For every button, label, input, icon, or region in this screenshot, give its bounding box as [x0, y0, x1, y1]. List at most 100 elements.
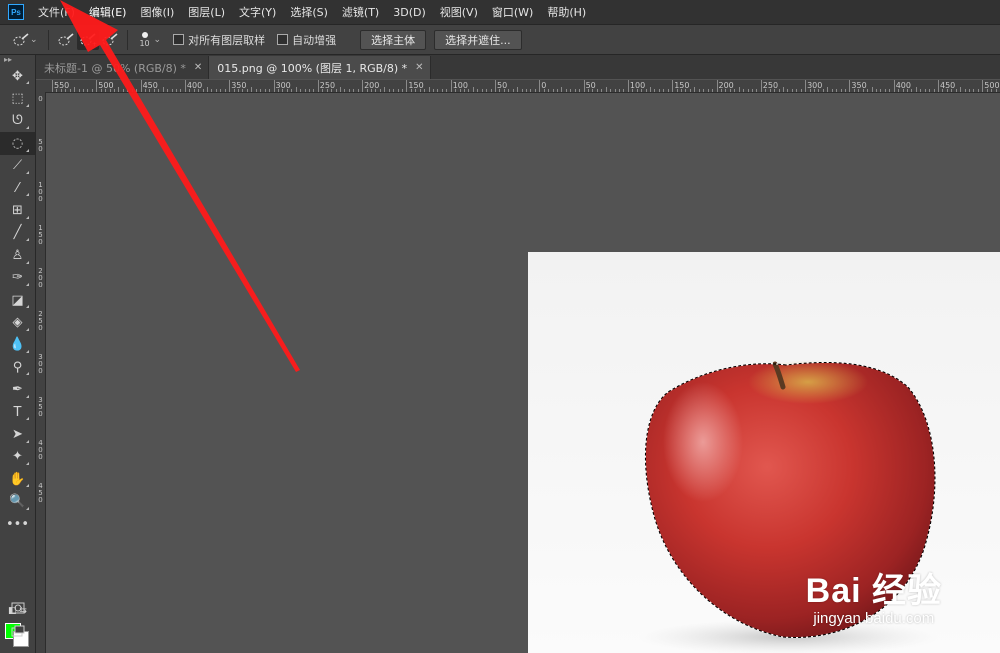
marquee-tool[interactable]: ⬚ [0, 87, 35, 109]
sample-all-layers-checkbox[interactable] [173, 34, 185, 45]
panel-collapse-icon[interactable]: ▸▸ [0, 55, 35, 65]
flyout-indicator [26, 282, 29, 286]
move-tool[interactable]: ✥ [0, 65, 35, 87]
canvas-area[interactable]: Bai 经验 jingyan.baidu.com [46, 93, 1000, 653]
ruler-tick [791, 89, 793, 92]
history-brush-tool[interactable]: ✑ [0, 267, 35, 289]
ruler-tick [388, 89, 390, 92]
ruler-tick [831, 89, 833, 92]
ruler-tick [74, 87, 76, 92]
ruler-tick [370, 89, 372, 92]
ruler-tick [60, 89, 62, 92]
ruler-tick [915, 87, 917, 92]
dodge-tool[interactable]: ⚲ [0, 356, 35, 378]
tab-015-png[interactable]: 015.png @ 100% (图层 1, RGB/8) * ✕ [209, 56, 431, 79]
menu-view[interactable]: 视图(V) [440, 4, 478, 20]
new-selection-icon[interactable] [55, 30, 77, 50]
quick-mask-icon[interactable] [0, 597, 35, 619]
custom-shape-tool[interactable]: ✦ [0, 446, 35, 468]
menu-type[interactable]: 文字(Y) [239, 4, 276, 20]
menu-edit[interactable]: 编辑(E) [89, 4, 127, 20]
ruler-tick [800, 89, 802, 92]
ruler-tick [964, 89, 966, 92]
clone-stamp-icon: ♙ [11, 247, 24, 263]
ruler-tick [951, 89, 953, 92]
subtract-from-selection-icon[interactable] [99, 30, 121, 50]
ruler-tick [521, 89, 523, 92]
ruler-tick [836, 89, 838, 92]
ruler-tick [725, 89, 727, 92]
add-to-selection-icon[interactable]: + [76, 29, 99, 50]
crop-tool[interactable]: ⟋ [0, 155, 35, 177]
history-brush-icon: ✑ [12, 270, 23, 286]
zoom-icon: 🔍 [9, 494, 26, 510]
ruler-tick [286, 89, 288, 92]
ruler-tick [605, 87, 607, 92]
ruler-tick [180, 89, 182, 92]
type-icon: T [13, 404, 22, 420]
close-icon[interactable]: ✕ [194, 62, 202, 73]
chevron-down-icon[interactable]: ⌄ [154, 35, 162, 45]
auto-enhance-option[interactable]: 自动增强 [277, 32, 336, 48]
ruler-tick [689, 89, 691, 92]
brush-tool[interactable]: ╱ [0, 222, 35, 244]
ruler-tick [326, 89, 328, 92]
ruler-tick [654, 89, 656, 92]
quick-selection-tool[interactable]: ◌ [0, 132, 35, 155]
auto-enhance-checkbox[interactable] [277, 34, 289, 45]
menu-filter[interactable]: 滤镜(T) [342, 4, 379, 20]
eraser-tool[interactable]: ◪ [0, 289, 35, 311]
screen-mode-icon[interactable] [0, 620, 35, 642]
sample-all-layers-option[interactable]: 对所有图层取样 [173, 32, 265, 48]
ruler-tick [512, 89, 514, 92]
menu-layer[interactable]: 图层(L) [188, 4, 225, 20]
menu-help[interactable]: 帮助(H) [547, 4, 586, 20]
eyedropper-tool[interactable]: ⁄ [0, 177, 35, 199]
edit-toolbar[interactable]: ••• [0, 513, 35, 535]
lasso-tool[interactable]: ᘎ [0, 110, 35, 132]
watermark-url: jingyan.baidu.com [813, 610, 935, 627]
ruler-tick [233, 89, 235, 92]
ruler-tick [969, 89, 970, 92]
ruler-tick [552, 89, 554, 92]
menu-image[interactable]: 图像(I) [140, 4, 174, 20]
close-icon[interactable]: ✕ [415, 62, 423, 73]
path-selection-tool[interactable]: ➤ [0, 423, 35, 445]
ruler-tick [588, 89, 590, 92]
clone-stamp-tool[interactable]: ♙ [0, 244, 35, 266]
menu-file[interactable]: 文件(F) [38, 4, 75, 20]
select-and-mask-button[interactable]: 选择并遮住... [434, 29, 522, 50]
ruler-tick [162, 87, 164, 92]
zoom-tool[interactable]: 🔍 [0, 490, 35, 512]
horizontal-ruler[interactable]: 550 500 450 400 350 300 250 200 150 100 50 0 50 100 15… [45, 80, 1000, 93]
vertical-ruler[interactable]: 0 5 0 1 0 0 1 5 0 2 0 0 2 5 0 3 0 0 3 5 0 4 0 0 4… [36, 92, 46, 653]
chevron-down-icon[interactable]: ⌄ [30, 35, 38, 45]
blur-icon: 💧 [9, 337, 26, 353]
tab-untitled-1[interactable]: 未标题-1 @ 50% (RGB/8) * ✕ [36, 56, 210, 79]
healing-brush-tool[interactable]: ⊞ [0, 199, 35, 221]
menu-select[interactable]: 选择(S) [290, 4, 328, 20]
pen-tool[interactable]: ✒ [0, 378, 35, 400]
document-image[interactable]: Bai 经验 jingyan.baidu.com [528, 252, 1000, 653]
watermark-brand: Bai 经验 [805, 572, 942, 610]
flyout-indicator [26, 484, 29, 488]
blur-tool[interactable]: 💧 [0, 334, 35, 356]
ruler-tick [291, 89, 293, 92]
ruler-tick [193, 89, 195, 92]
flyout-indicator [26, 126, 29, 130]
ruler-tick [561, 87, 563, 92]
select-subject-button[interactable]: 选择主体 [360, 29, 427, 50]
ruler-tick [641, 89, 643, 92]
brush-picker[interactable]: 10 [134, 31, 156, 48]
menu-window[interactable]: 窗口(W) [492, 4, 533, 20]
menu-3d[interactable]: 3D(D) [393, 6, 426, 19]
hand-tool[interactable]: ✋ [0, 468, 35, 490]
type-tool[interactable]: T [0, 401, 35, 423]
ruler-tick [765, 89, 767, 92]
ruler-tick [481, 89, 483, 92]
ruler-tick [495, 80, 496, 92]
ruler-tick [375, 89, 377, 92]
ruler-tick [486, 89, 488, 92]
tool-preset-picker-icon[interactable] [10, 30, 32, 50]
paint-bucket-tool[interactable]: ◈ [0, 311, 35, 333]
